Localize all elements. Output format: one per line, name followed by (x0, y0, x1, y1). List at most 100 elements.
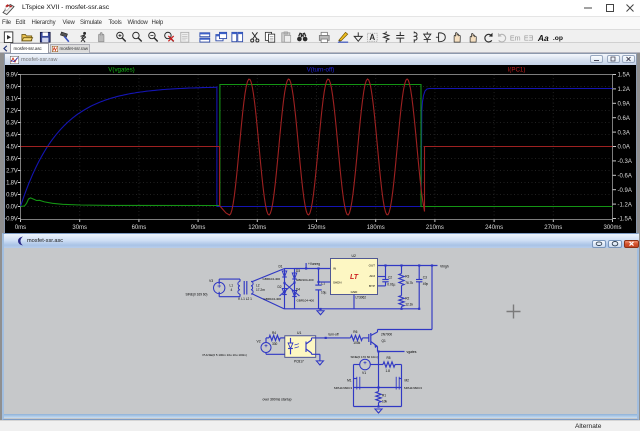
svg-text:150ms: 150ms (307, 225, 325, 231)
svg-text:IN: IN (333, 267, 336, 271)
svg-text:U2: U2 (352, 254, 356, 258)
svg-text:R3: R3 (405, 275, 409, 279)
svg-text:L1: L1 (230, 284, 234, 288)
svg-text:0.6A: 0.6A (618, 116, 630, 122)
svg-text:vgates: vgates (407, 350, 417, 354)
svg-text:-1.2A: -1.2A (618, 202, 632, 208)
svg-text:330: 330 (272, 342, 278, 346)
svg-text:R2: R2 (405, 297, 409, 301)
svg-text:30ms: 30ms (72, 225, 87, 231)
svg-text:4: 4 (231, 288, 233, 292)
svg-text:-0.9A: -0.9A (618, 188, 632, 194)
svg-text:D3: D3 (296, 269, 300, 273)
svg-text:Aa: Aa (537, 32, 549, 42)
svg-text:270ms: 270ms (544, 225, 562, 231)
svg-text:R5: R5 (387, 356, 391, 360)
svg-text:2.7V: 2.7V (6, 169, 18, 175)
svg-text:EƎ: EƎ (524, 34, 534, 42)
svg-text:76.7k: 76.7k (405, 281, 413, 285)
svg-text:A: A (369, 32, 375, 41)
svg-text:-0.6A: -0.6A (618, 174, 632, 180)
svg-text:0ms: 0ms (15, 225, 26, 231)
svg-text:0.9A: 0.9A (618, 102, 630, 108)
svg-text:R4: R4 (272, 331, 276, 335)
svg-text:0.9V: 0.9V (6, 193, 18, 199)
svg-text:1.5A: 1.5A (618, 73, 630, 79)
svg-text:OUT: OUT (369, 264, 376, 268)
svg-text:1.2A: 1.2A (618, 87, 630, 93)
svg-text:K L1 L2 1: K L1 L2 1 (238, 297, 252, 301)
svg-text:GBR104-400: GBR104-400 (296, 278, 314, 282)
svg-text:D2: D2 (278, 285, 282, 289)
svg-text:6.3V: 6.3V (6, 121, 18, 127)
svg-text:V3: V3 (209, 279, 213, 283)
svg-text:1.8V: 1.8V (6, 181, 18, 187)
svg-text:D1: D1 (279, 265, 283, 269)
svg-text:SPA11N60C3: SPA11N60C3 (334, 386, 353, 390)
svg-text:17.2m: 17.2m (256, 288, 265, 292)
svg-text:over 300ms startup: over 300ms startup (263, 397, 292, 401)
svg-text:LT: LT (350, 274, 359, 281)
svg-text:0.0V: 0.0V (6, 205, 18, 211)
svg-text:49p: 49p (423, 282, 429, 286)
svg-text:2N7000: 2N7000 (381, 333, 392, 337)
svg-text:V1: V1 (362, 371, 366, 375)
svg-text:3.6V: 3.6V (6, 157, 18, 163)
svg-text:SINE(0 170 60 10m): SINE(0 170 60 10m) (351, 355, 378, 359)
svg-text:10k: 10k (382, 400, 388, 404)
svg-text:LT3062: LT3062 (356, 296, 367, 300)
svg-text:SPA11N60C3: SPA11N60C3 (404, 386, 423, 390)
svg-text:C3: C3 (423, 276, 427, 280)
svg-text:12.1k: 12.1k (405, 303, 413, 307)
svg-text:R6: R6 (353, 330, 357, 334)
svg-text:I(PC1): I(PC1) (508, 67, 526, 74)
svg-text:GBR104-400: GBR104-400 (297, 299, 315, 303)
svg-text:-0.9V: -0.9V (5, 217, 18, 223)
svg-text:GND: GND (351, 290, 359, 294)
svg-text:D4: D4 (296, 288, 300, 292)
svg-text:U1: U1 (297, 331, 301, 335)
svg-text:120ms: 120ms (248, 225, 266, 231)
svg-text:-0.3A: -0.3A (618, 159, 632, 165)
svg-text:PC817: PC817 (294, 359, 304, 363)
svg-text:180ms: 180ms (367, 225, 385, 231)
svg-text:C2: C2 (388, 276, 392, 280)
svg-text:GBR104-400: GBR104-400 (263, 277, 281, 281)
svg-text:L2: L2 (256, 284, 260, 288)
svg-text:M2: M2 (405, 379, 410, 383)
svg-text:M1: M1 (347, 379, 352, 383)
svg-text:R1: R1 (382, 394, 386, 398)
svg-text:9.9V: 9.9V (6, 73, 18, 79)
svg-text:8.1V: 8.1V (6, 97, 18, 103)
svg-text:7.2V: 7.2V (6, 109, 18, 115)
svg-text:SINE(0 169 60): SINE(0 169 60) (186, 292, 208, 296)
svg-text:Vhigh: Vhigh (440, 264, 449, 268)
svg-text:BYP: BYP (369, 284, 375, 288)
svg-text:0.0A: 0.0A (618, 145, 630, 151)
svg-text:Q1: Q1 (382, 339, 386, 343)
svg-text:1.8: 1.8 (386, 369, 391, 373)
svg-text:.op: .op (553, 34, 563, 41)
svg-text:90ms: 90ms (191, 225, 206, 231)
svg-text:5.4V: 5.4V (6, 133, 18, 139)
svg-text:300ms: 300ms (603, 225, 621, 231)
svg-text:V(vgates): V(vgates) (108, 67, 134, 74)
svg-text:10µ: 10µ (321, 290, 327, 294)
svg-text:0.3A: 0.3A (618, 130, 630, 136)
svg-text:9.0V: 9.0V (6, 85, 18, 91)
svg-text:V2: V2 (257, 340, 261, 344)
svg-text:240ms: 240ms (485, 225, 503, 231)
svg-text:Em: Em (510, 34, 521, 42)
svg-text:-1.5A: -1.5A (618, 217, 632, 223)
svg-text:+Vunreg: +Vunreg (308, 262, 320, 266)
svg-text:0.01µ: 0.01µ (387, 283, 395, 287)
svg-text:PULSE(0 5 100m 10u 10u 100m): PULSE(0 5 100m 10u 10u 100m) (203, 353, 247, 357)
svg-text:4.5V: 4.5V (6, 145, 18, 151)
svg-text:V(turn-off): V(turn-off) (307, 67, 335, 74)
svg-text:210ms: 210ms (426, 225, 444, 231)
svg-text:ADJ: ADJ (369, 274, 375, 278)
svg-text:100k: 100k (353, 341, 360, 345)
svg-text:turn-off: turn-off (329, 333, 339, 337)
svg-text:60ms: 60ms (132, 225, 147, 231)
svg-text:SHDN: SHDN (333, 281, 342, 285)
